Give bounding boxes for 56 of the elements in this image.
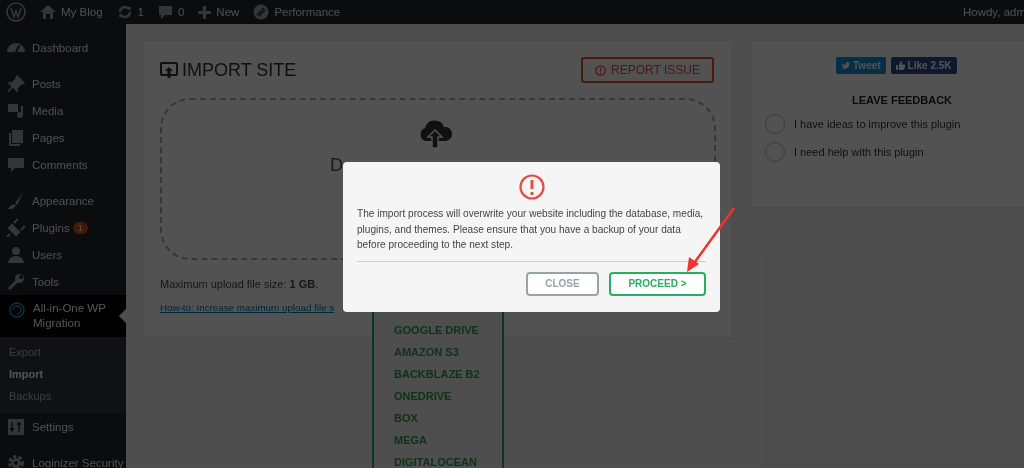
circular-arrows-icon	[8, 301, 26, 319]
option-label[interactable]: I need help with this plugin	[794, 146, 924, 158]
thumbs-up-icon	[895, 61, 905, 70]
menu-item[interactable]: Appearance	[0, 187, 126, 214]
menu-item[interactable]: Pages	[0, 124, 126, 151]
menu-item[interactable]: All-in-One WP Migration	[0, 295, 126, 337]
max-upload-text: Maximum upload file size: 1 GB.	[160, 278, 319, 290]
import-source-item[interactable]: MEGA	[374, 429, 502, 451]
tweet-button[interactable]: Tweet	[836, 57, 886, 74]
warning-message: The import process will overwrite your website including the database, media, plugins, and themes. Please ensure that you have a backup of your data before proceeding to the next step.	[357, 207, 705, 252]
media-icon	[7, 101, 25, 120]
import-source-item[interactable]: DIGITALOCEAN	[374, 451, 502, 468]
menu-item[interactable]: Plugins 1	[0, 214, 126, 241]
pages-icon	[7, 128, 25, 147]
menu-item[interactable]: Media	[0, 97, 126, 124]
report-issue-button[interactable]: REPORT ISSUE	[581, 57, 714, 83]
help-link[interactable]: How-to: Increase maximum upload file s	[160, 302, 335, 313]
menu-item[interactable]: Posts	[0, 70, 126, 97]
import-source-item[interactable]: BACKBLAZE B2	[374, 363, 502, 385]
import-source-item[interactable]: GOOGLE DRIVE	[374, 319, 502, 341]
home-icon	[40, 5, 56, 19]
close-button[interactable]: CLOSE	[526, 271, 599, 296]
wrench-icon	[7, 272, 25, 291]
refresh-icon	[116, 4, 133, 20]
import-source-item[interactable]: AMAZON S3	[374, 341, 502, 363]
admin-bar-link[interactable]: Performance	[274, 6, 341, 18]
feedback-title: LEAVE FEEDBACK	[852, 94, 954, 106]
bird-icon	[841, 61, 850, 70]
menu-item[interactable]: Users	[0, 241, 126, 268]
plus-icon	[198, 5, 212, 19]
wordpress-logo-icon[interactable]	[6, 2, 26, 22]
import-source-item[interactable]: BOX	[374, 407, 502, 429]
comment-icon	[157, 4, 173, 20]
menu-item[interactable]: Loginizer Security	[0, 449, 126, 468]
menu-item[interactable]: Comments	[0, 151, 126, 178]
rocket-icon	[253, 4, 270, 20]
menu-item[interactable]: Settings	[0, 413, 126, 440]
speedometer-icon	[7, 43, 25, 52]
admin-bar-link[interactable]: My Blog	[61, 6, 103, 18]
upload-screen-icon	[160, 61, 178, 79]
option-label[interactable]: I have ideas to improve this plugin	[794, 118, 961, 130]
menu-item[interactable]: Dashboard	[0, 34, 126, 61]
sliders-icon	[7, 417, 25, 436]
count-badge: 1	[72, 221, 88, 234]
import-source-item[interactable]: ONEDRIVE	[374, 385, 502, 407]
pushpin-icon	[7, 74, 25, 93]
plug-icon	[7, 218, 25, 237]
like-button[interactable]: Like 2.5K	[890, 57, 957, 74]
alert-icon	[595, 64, 607, 76]
alert-icon	[518, 174, 545, 200]
page-title: IMPORT SITE	[182, 59, 297, 81]
proceed-button[interactable]: PROCEED >	[609, 271, 706, 296]
submenu-item[interactable]: Import	[0, 363, 126, 385]
comment-icon	[7, 155, 25, 174]
menu-item[interactable]: Tools	[0, 268, 126, 295]
user-icon	[7, 245, 25, 264]
